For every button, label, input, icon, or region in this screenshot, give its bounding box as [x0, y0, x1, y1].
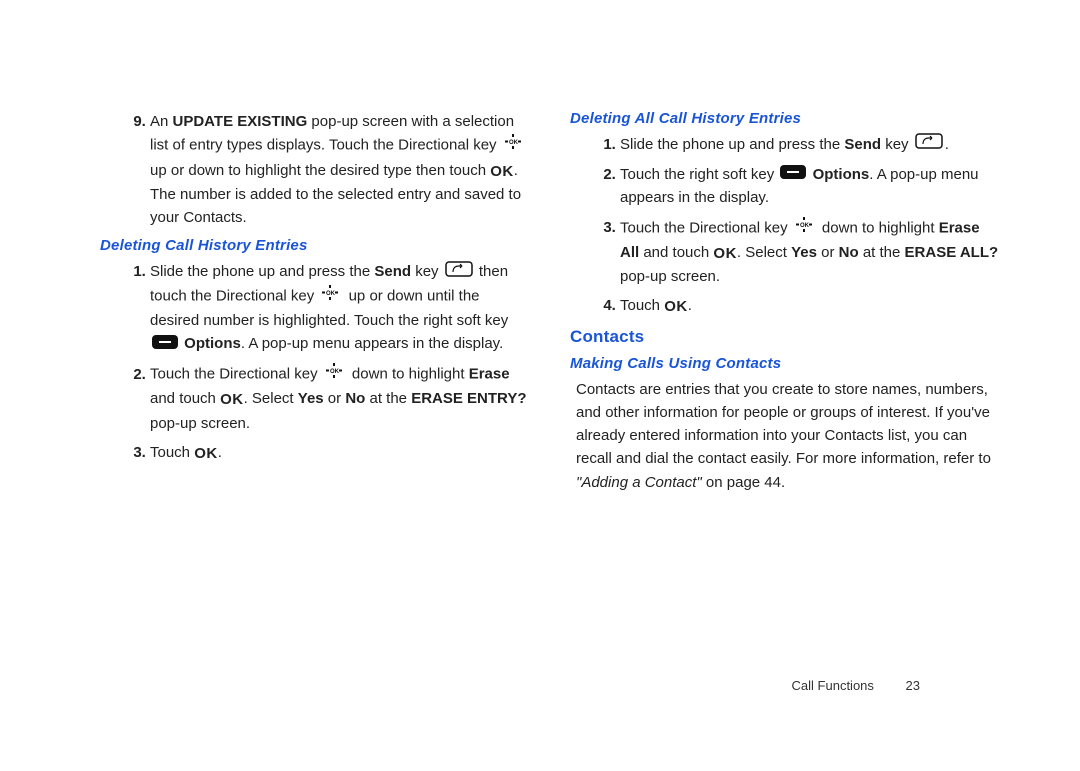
text: .	[218, 444, 222, 461]
directional-key-icon: OK	[503, 133, 525, 158]
deleting-all-steps: Slide the phone up and press the Send ke…	[570, 133, 1000, 319]
page-number: 23	[906, 678, 920, 693]
bold: No	[345, 390, 365, 407]
page-footer: Call Functions 23	[0, 678, 1080, 693]
section-title-making-calls: Making Calls Using Contacts	[570, 355, 1000, 372]
svg-text:OK: OK	[330, 369, 340, 375]
directional-key-icon: OK	[324, 362, 346, 387]
text: at the	[365, 390, 411, 407]
heading-contacts: Contacts	[570, 327, 1000, 347]
text: . Select	[244, 390, 298, 407]
text: or	[324, 390, 346, 407]
directional-key-icon: OK	[320, 284, 342, 309]
bold: ERASE ALL?	[905, 244, 999, 261]
ok-icon: OK	[220, 388, 244, 411]
text: key	[881, 136, 913, 153]
text: An	[150, 113, 173, 130]
text: .	[688, 297, 692, 314]
text: Slide the phone up and press the	[620, 136, 844, 153]
svg-text:OK: OK	[326, 291, 336, 297]
text: on page 44.	[702, 474, 785, 491]
bold: Yes	[298, 390, 324, 407]
text: down to highlight	[818, 219, 939, 236]
step-4: Touch OK.	[620, 294, 1000, 318]
section-title-deleting-entries: Deleting Call History Entries	[100, 237, 530, 254]
bold: Send	[374, 263, 411, 280]
text: Touch the Directional key	[620, 219, 792, 236]
page-content: An UPDATE EXISTING pop-up screen with a …	[0, 0, 1080, 494]
directional-key-icon: OK	[794, 216, 816, 241]
text: pop-up screen.	[620, 268, 720, 285]
ok-icon: OK	[194, 442, 218, 465]
send-key-icon	[445, 261, 473, 284]
step-1: Slide the phone up and press the Send ke…	[150, 260, 530, 356]
bold: ERASE ENTRY?	[411, 390, 526, 407]
bold: Erase	[469, 366, 510, 383]
step-2: Touch the Directional key OK down to hig…	[150, 362, 530, 435]
text: Touch the Directional key	[150, 366, 322, 383]
bold: UPDATE EXISTING	[173, 113, 308, 130]
deleting-entries-steps: Slide the phone up and press the Send ke…	[100, 260, 530, 465]
text: .	[945, 136, 949, 153]
text: or	[817, 244, 839, 261]
bold: Yes	[791, 244, 817, 261]
contacts-paragraph: Contacts are entries that you create to …	[576, 378, 1000, 494]
ok-icon: OK	[490, 160, 514, 183]
svg-text:OK: OK	[509, 140, 519, 146]
text: key	[411, 263, 443, 280]
softkey-icon	[780, 163, 806, 186]
bold: Send	[844, 136, 881, 153]
section-title-deleting-all: Deleting All Call History Entries	[570, 110, 1000, 127]
text: up or down to highlight the desired type…	[150, 162, 490, 179]
text: pop-up screen.	[150, 415, 250, 432]
cross-reference: "Adding a Contact"	[576, 474, 702, 491]
text: down to highlight	[348, 366, 469, 383]
text: and touch	[639, 244, 713, 261]
step-9: An UPDATE EXISTING pop-up screen with a …	[150, 110, 530, 229]
text: Touch the right soft key	[620, 166, 778, 183]
text: Slide the phone up and press the	[150, 263, 374, 280]
send-key-icon	[915, 133, 943, 156]
step-3: Touch OK.	[150, 441, 530, 465]
continued-steps: An UPDATE EXISTING pop-up screen with a …	[100, 110, 530, 229]
footer-section: Call Functions	[792, 678, 874, 693]
bold: Options	[184, 335, 241, 352]
step-2: Touch the right soft key Options. A pop-…	[620, 163, 1000, 210]
text: and touch	[150, 390, 220, 407]
text: at the	[859, 244, 905, 261]
bold: No	[839, 244, 859, 261]
step-1: Slide the phone up and press the Send ke…	[620, 133, 1000, 157]
right-column: Deleting All Call History Entries Slide …	[570, 110, 1000, 494]
ok-icon: OK	[664, 295, 688, 318]
text: . Select	[737, 244, 791, 261]
left-column: An UPDATE EXISTING pop-up screen with a …	[100, 110, 530, 494]
text: Touch	[150, 444, 194, 461]
text: Contacts are entries that you create to …	[576, 381, 991, 468]
text: . A pop-up menu appears in the display.	[241, 335, 503, 352]
text: Touch	[620, 297, 664, 314]
ok-icon: OK	[713, 242, 737, 265]
bold: Options	[813, 166, 870, 183]
softkey-icon	[152, 333, 178, 356]
svg-text:OK: OK	[800, 223, 810, 229]
step-3: Touch the Directional key OK down to hig…	[620, 216, 1000, 289]
